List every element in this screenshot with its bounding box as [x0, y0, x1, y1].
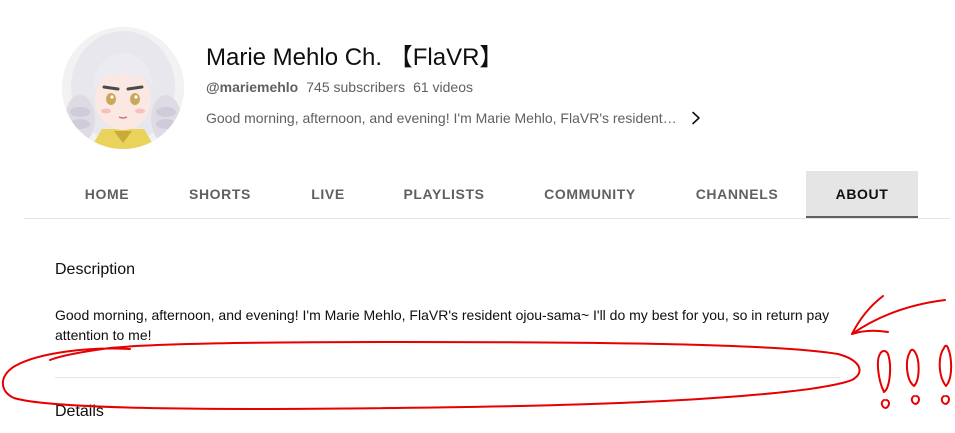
channel-handle: @mariemehlo	[206, 79, 299, 95]
channel-avatar[interactable]	[62, 27, 184, 149]
annotation-arrow	[851, 295, 946, 335]
tab-channels[interactable]: CHANNELS	[682, 171, 792, 218]
description-text: Good morning, afternoon, and evening! I'…	[55, 307, 830, 343]
details-heading: Details	[55, 403, 104, 420]
annotation-exclamation-1	[876, 350, 892, 409]
channel-tabs: HOME SHORTS LIVE PLAYLISTS COMMUNITY CHA…	[24, 171, 950, 219]
tab-community[interactable]: COMMUNITY	[529, 171, 651, 218]
section-divider	[55, 377, 840, 378]
tab-shorts[interactable]: SHORTS	[176, 171, 264, 218]
video-count: 61 videos	[413, 79, 474, 95]
channel-title: Marie Mehlo Ch. 【FlaVR】	[206, 44, 504, 71]
tab-about[interactable]: ABOUT	[806, 171, 918, 218]
channel-tagline: Good morning, afternoon, and evening! I'…	[206, 110, 678, 126]
tab-home[interactable]: HOME	[64, 171, 150, 218]
annotation-exclamation-3	[938, 344, 953, 405]
annotation-loop	[1, 341, 861, 410]
tab-playlists[interactable]: PLAYLISTS	[390, 171, 498, 218]
chevron-right-icon[interactable]	[690, 111, 702, 125]
tab-live[interactable]: LIVE	[296, 171, 360, 218]
annotation-exclamation-2	[905, 348, 920, 405]
channel-tagline-link[interactable]: Good morning, afternoon, and evening! I'…	[206, 108, 702, 128]
channel-meta: @mariemehlo 745 subscribers 61 videos	[206, 78, 473, 96]
description-heading: Description	[55, 261, 136, 278]
subscriber-count: 745 subscribers	[306, 79, 406, 95]
